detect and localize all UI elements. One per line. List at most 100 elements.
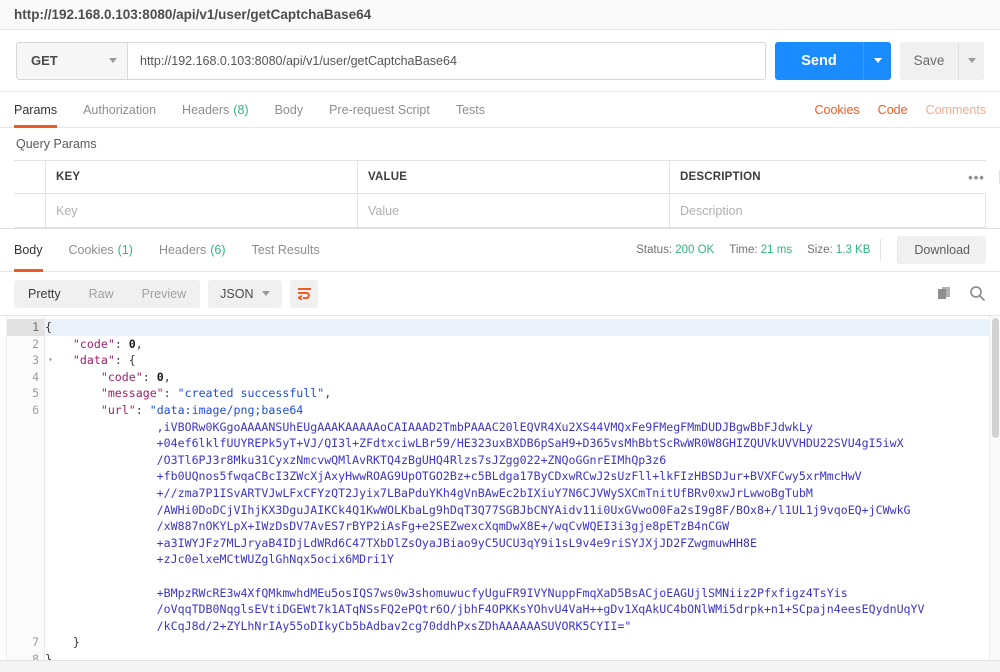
- line-number: [7, 601, 44, 618]
- http-method-select[interactable]: GET: [16, 42, 128, 80]
- chevron-down-icon: [109, 58, 117, 63]
- time-value: 21 ms: [761, 244, 792, 256]
- response-tab-test-results[interactable]: Test Results: [238, 229, 332, 271]
- tab-count: (1): [118, 243, 133, 257]
- response-tab-body[interactable]: Body: [14, 229, 56, 271]
- code-line: +04ef6lklfUUYREPk5yT+VJ/QI3l+ZFdtxciwLBr…: [45, 435, 1000, 452]
- save-button-group: Save: [900, 42, 984, 80]
- tab-authorization[interactable]: Authorization: [70, 92, 169, 127]
- word-wrap-icon: [297, 287, 312, 300]
- comments-link[interactable]: Comments: [926, 103, 986, 117]
- divider: [880, 239, 881, 261]
- tab-label: Headers: [182, 103, 229, 117]
- code-token: ,: [324, 386, 331, 400]
- size-label: Size:: [807, 244, 833, 256]
- tab-params[interactable]: Params: [14, 92, 70, 127]
- column-header-value: VALUE: [358, 161, 670, 193]
- postman-request-response-pane: http://192.168.0.103:8080/api/v1/user/ge…: [0, 0, 1000, 672]
- line-number: [7, 585, 44, 602]
- format-value: JSON: [220, 287, 253, 301]
- status-label: Status:: [636, 244, 672, 256]
- code-token: +a3IWYJFz7MLJryaB4IDjLdWRd6C47TXbDlZsOya…: [45, 536, 757, 550]
- line-number: 5: [7, 385, 44, 402]
- code-line: "message": "created successfull",: [45, 385, 1000, 402]
- code-token: /kCqJ8d/2+ZYLhNrIAy55oDIkyCb5bAdbav2cg70…: [45, 619, 631, 633]
- tab-tests[interactable]: Tests: [443, 92, 498, 127]
- scrollbar-thumb[interactable]: [992, 318, 999, 438]
- more-options-icon[interactable]: •••: [968, 170, 985, 185]
- tab-headers[interactable]: Headers (8): [169, 92, 262, 127]
- viewer-left-edge: [0, 316, 7, 672]
- status-value: 200 OK: [675, 244, 714, 256]
- send-button[interactable]: Send: [775, 42, 863, 80]
- download-button[interactable]: Download: [897, 236, 986, 264]
- tab-pre-request-script[interactable]: Pre-request Script: [316, 92, 443, 127]
- vertical-scrollbar[interactable]: [989, 316, 1000, 672]
- word-wrap-toggle[interactable]: [290, 280, 318, 308]
- code-token: 0: [129, 337, 136, 351]
- line-number: 4: [7, 369, 44, 386]
- tab-label: Tests: [456, 103, 485, 117]
- chevron-down-icon: [968, 58, 976, 63]
- response-view-segmented-control: Pretty Raw Preview: [14, 280, 200, 308]
- tab-count: (8): [233, 103, 248, 117]
- tab-label: Params: [14, 103, 57, 117]
- value-input[interactable]: Value: [358, 194, 670, 227]
- tab-label: Test Results: [251, 243, 319, 257]
- view-pretty-button[interactable]: Pretty: [14, 280, 75, 308]
- code-link[interactable]: Code: [878, 103, 908, 117]
- json-code-content[interactable]: { "code": 0, "data": { "code": 0, "messa…: [45, 316, 1000, 672]
- tab-label: Cookies: [69, 243, 114, 257]
- code-line: /oVqqTDB0NqglsEVtiDGEWt7k1ATqNSsFQ2ePQtr…: [45, 601, 1000, 618]
- code-token: [45, 386, 101, 400]
- copy-button[interactable]: [937, 286, 953, 302]
- save-options-button[interactable]: [958, 42, 984, 80]
- description-input[interactable]: Description: [670, 194, 986, 227]
- tab-label: Pre-request Script: [329, 103, 430, 117]
- code-token: "message": [101, 386, 164, 400]
- code-line: [45, 568, 1000, 585]
- code-token: }: [45, 635, 80, 649]
- view-preview-button[interactable]: Preview: [128, 280, 200, 308]
- url-input[interactable]: http://192.168.0.103:8080/api/v1/user/ge…: [128, 42, 766, 80]
- code-line: "code": 0,: [45, 369, 1000, 386]
- tab-label: Authorization: [83, 103, 156, 117]
- send-options-button[interactable]: [863, 42, 891, 80]
- table-row: Key Value Description: [14, 194, 986, 228]
- search-button[interactable]: [969, 285, 986, 302]
- size-badge: Size: 1.3 KB: [807, 244, 870, 256]
- view-raw-button[interactable]: Raw: [75, 280, 128, 308]
- key-input[interactable]: Key: [46, 194, 358, 227]
- column-header-key: KEY: [46, 161, 358, 193]
- response-tabs-bar: Body Cookies (1) Headers (6) Test Result…: [0, 228, 1000, 272]
- tab-body[interactable]: Body: [262, 92, 317, 127]
- save-button[interactable]: Save: [900, 42, 958, 80]
- status-badge: Status: 200 OK: [636, 244, 714, 256]
- response-tab-headers[interactable]: Headers (6): [146, 229, 239, 271]
- format-select[interactable]: JSON: [208, 280, 282, 308]
- row-select-checkbox[interactable]: [14, 194, 46, 227]
- line-number: [7, 485, 44, 502]
- time-badge: Time: 21 ms: [729, 244, 792, 256]
- code-line: "data": {: [45, 352, 1000, 369]
- code-token: :: [136, 403, 150, 417]
- line-number: 6: [7, 402, 44, 419]
- search-icon: [969, 285, 986, 302]
- response-body-viewer[interactable]: 1▾23▾45678 { "code": 0, "data": { "code"…: [0, 316, 1000, 672]
- response-meta: Status: 200 OK Time: 21 ms Size: 1.3 KB: [636, 229, 870, 271]
- code-line: +BMpzRWcRE3w4XfQMkmwhdMEu5osIQS7ws0w3sho…: [45, 585, 1000, 602]
- code-token: /AWHi0DoDCjVIhjKX3DguJAIKCk4Q1KwWOLKbaLg…: [45, 503, 911, 517]
- code-line: +//zma7P1ISvARTVJwLFxCFYzQT2Jyix7LBaPduY…: [45, 485, 1000, 502]
- response-tab-cookies[interactable]: Cookies (1): [56, 229, 146, 271]
- line-number: 7: [7, 634, 44, 651]
- code-token: [45, 353, 73, 367]
- line-number: [7, 518, 44, 535]
- code-token: [45, 370, 101, 384]
- request-title: http://192.168.0.103:8080/api/v1/user/ge…: [0, 0, 1000, 30]
- code-token: : {: [115, 353, 136, 367]
- cookies-link[interactable]: Cookies: [815, 103, 860, 117]
- tab-count: (6): [210, 243, 225, 257]
- code-token: [45, 403, 101, 417]
- code-token: ,: [164, 370, 171, 384]
- code-token: "code": [101, 370, 143, 384]
